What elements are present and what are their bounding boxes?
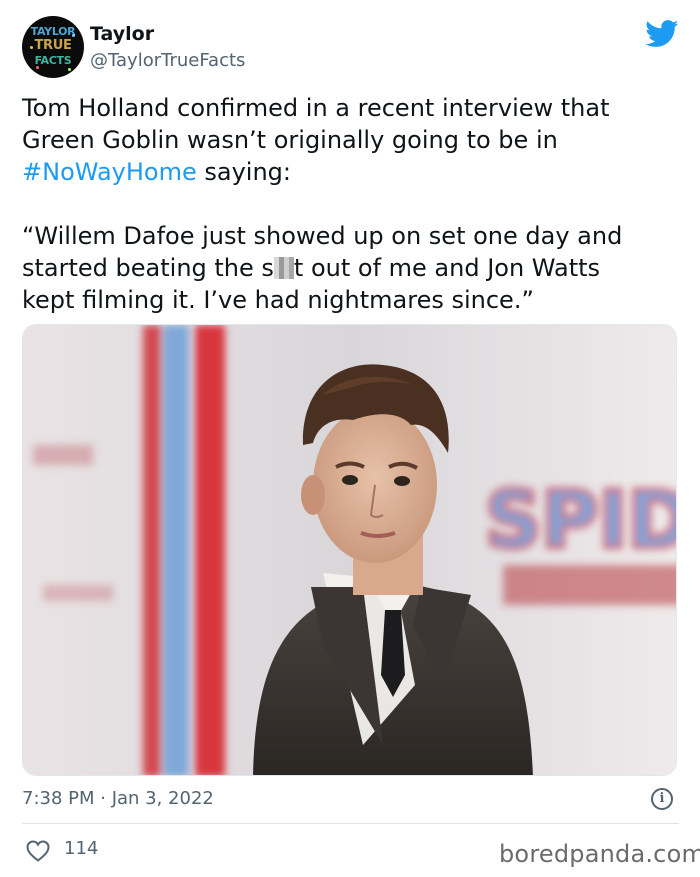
tweet-photo[interactable]: SPID [22,324,677,776]
tweet-line: Tom Holland confirmed in a recent interv… [22,94,610,122]
tweet-text: Tom Holland confirmed in a recent interv… [22,92,682,316]
avatar-sparkle [30,46,33,49]
avatar-sparkle [36,66,39,69]
censor-pixelation [273,257,294,279]
divider [22,823,679,824]
avatar[interactable]: TAYLOR TRUE FACTS [22,16,84,78]
quote-line: “Willem Dafoe just showed up on set one … [22,222,623,250]
tweet-line: Green Goblin wasn’t originally going to … [22,126,558,154]
user-handle[interactable]: @TaylorTrueFacts [90,50,245,71]
avatar-text-3: FACTS [34,54,72,67]
photo-illustration: SPID [23,325,677,775]
quote-line: started beating the s t out of me and Jon… [22,252,682,284]
tweet-line: #NoWayHome saying: [22,156,682,188]
display-name[interactable]: Taylor [90,23,154,45]
tweet-header: TAYLOR TRUE FACTS Taylor @TaylorTrueFact… [22,12,682,82]
tweet-line-rest: saying: [196,158,291,186]
backdrop-logo: SPID [483,474,677,568]
backdrop-text: SPID [485,476,677,566]
heart-icon[interactable] [26,840,50,862]
tweet-timestamp[interactable]: 7:38 PM · Jan 3, 2022 [22,788,214,809]
quote-line-part: t out of me and Jon Watts [293,254,601,282]
info-icon[interactable]: i [651,788,673,810]
hashtag-link[interactable]: #NoWayHome [22,158,197,186]
twitter-bird-icon[interactable] [645,20,679,48]
source-watermark: boredpanda.com [499,840,700,868]
avatar-sparkle [72,34,75,37]
avatar-sparkle [68,68,71,71]
quote-line: kept filming it. I’ve had nightmares sin… [22,286,534,314]
quote-line-part: started beating the s [22,254,274,282]
like-count: 114 [64,838,99,859]
